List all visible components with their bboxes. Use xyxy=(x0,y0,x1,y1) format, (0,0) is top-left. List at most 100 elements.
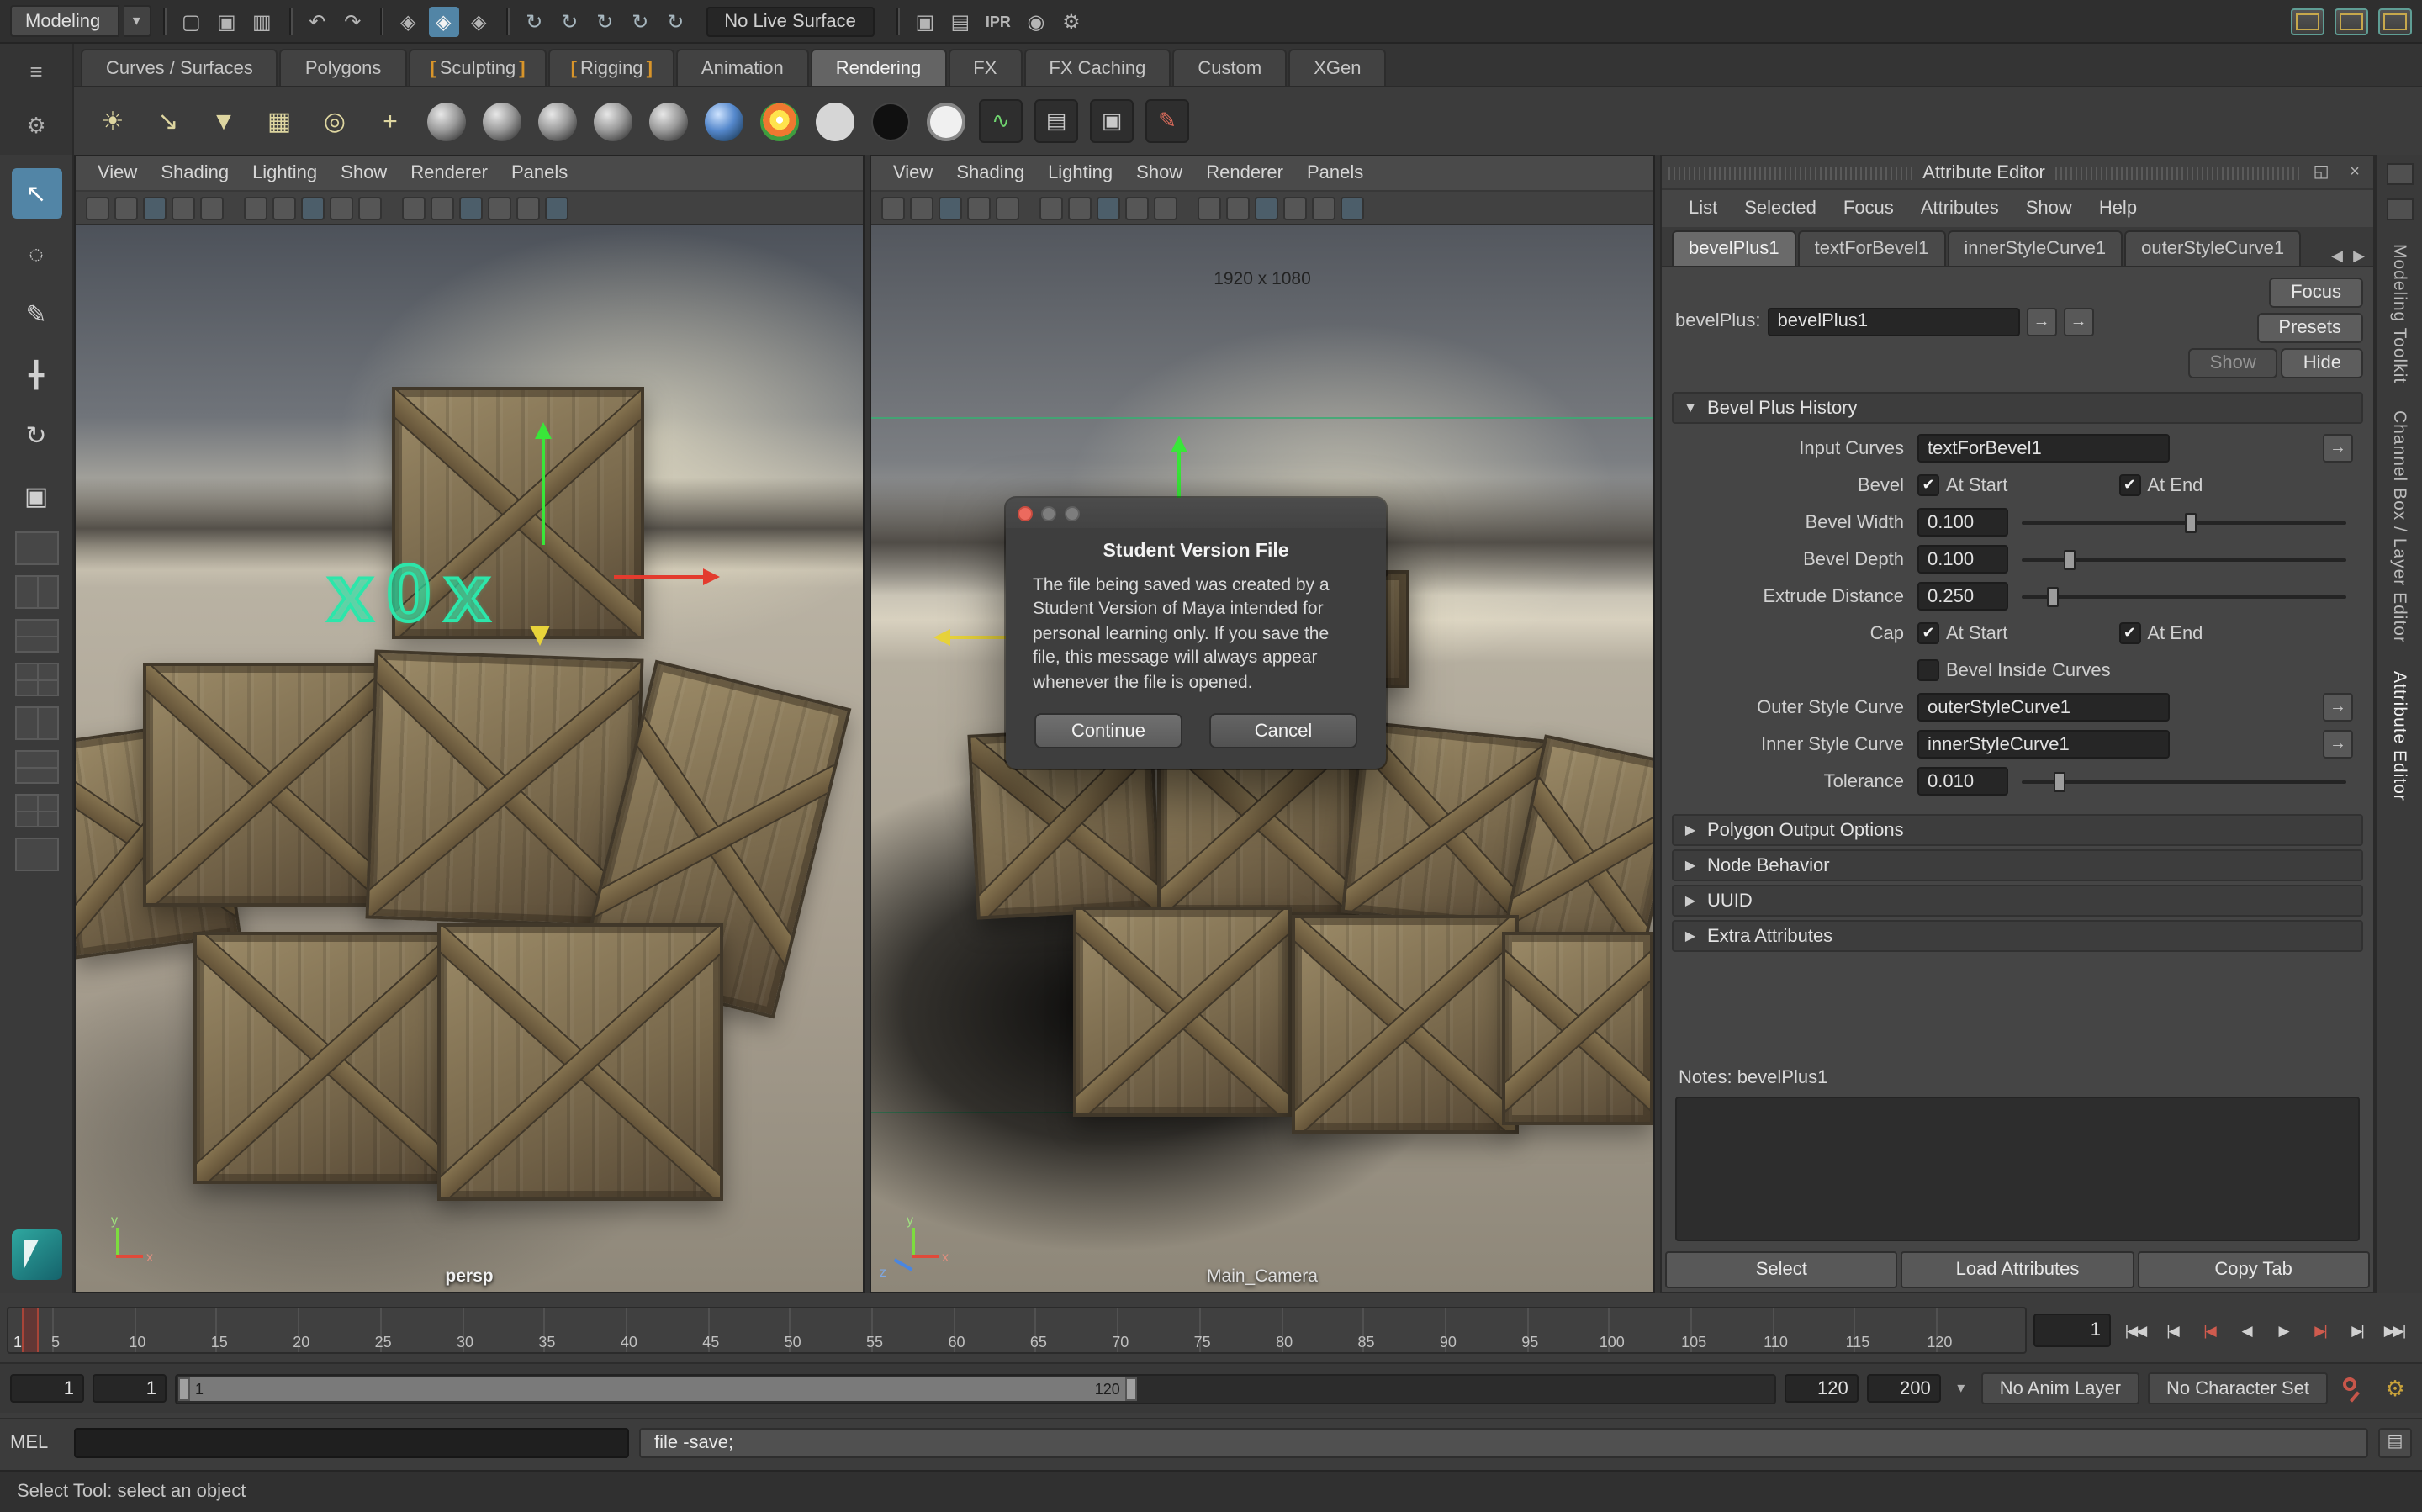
viewport-menu-item[interactable]: Renderer xyxy=(1194,163,1295,183)
viewport-toolbar-icon[interactable] xyxy=(143,196,167,219)
animation-end-field[interactable]: 200 xyxy=(1867,1374,1941,1403)
directional-light-icon[interactable]: ↘ xyxy=(146,99,190,143)
layout-shortcut-two-vertical[interactable] xyxy=(14,575,58,609)
time-slider[interactable]: 5 10 15 20 25 30 35 40 45 50 xyxy=(7,1307,2027,1354)
viewport-toolbar-icon[interactable] xyxy=(114,196,138,219)
ae-node-tab[interactable]: innerStyleCurve1 xyxy=(1947,230,2123,266)
shelf-tab[interactable]: FX Caching xyxy=(1023,49,1171,86)
script-editor-icon[interactable]: ▤ xyxy=(2378,1427,2412,1457)
layered-shader-icon[interactable] xyxy=(701,99,745,143)
hide-button[interactable]: Hide xyxy=(2282,348,2363,378)
move-tool-icon[interactable]: ╋ xyxy=(11,350,61,400)
soft-select-icon[interactable]: ↻ xyxy=(554,6,584,36)
command-line-input[interactable] xyxy=(74,1427,629,1457)
transport-button[interactable]: ▶| xyxy=(2340,1314,2375,1347)
shelf-tab[interactable]: XGen xyxy=(1288,49,1386,86)
paint-select-tool-icon[interactable]: ✎ xyxy=(11,289,61,340)
move-manipulator-center-handle[interactable] xyxy=(530,626,550,656)
viewport-toolbar-icon[interactable] xyxy=(459,196,483,219)
ramp-shader-icon[interactable] xyxy=(757,99,801,143)
snap-point-icon[interactable]: ◈ xyxy=(463,6,494,36)
viewport-toolbar-icon[interactable] xyxy=(244,196,267,219)
standard-surface-icon[interactable] xyxy=(424,99,468,143)
viewport-toolbar-icon[interactable] xyxy=(967,196,991,219)
collapsed-section-header[interactable]: ▶ Extra Attributes xyxy=(1672,920,2363,952)
bevel-depth-slider[interactable] xyxy=(2022,547,2346,571)
beveled-text-selection[interactable]: x0x xyxy=(328,548,503,641)
viewport-toolbar-icon[interactable] xyxy=(272,196,296,219)
transport-button[interactable]: ▶ xyxy=(2266,1314,2301,1347)
ae-node-tab[interactable]: bevelPlus1 xyxy=(1672,230,1796,266)
transport-button[interactable]: |◀ xyxy=(2155,1314,2190,1347)
viewport-toolbar-icon[interactable] xyxy=(431,196,454,219)
auto-keyframe-icon[interactable] xyxy=(2336,1372,2370,1405)
menuset-arrow-button[interactable]: ▾ xyxy=(124,5,151,37)
shelf-tab[interactable]: FX xyxy=(948,49,1022,86)
shelf-tab[interactable]: [ Sculpting ] xyxy=(408,49,547,86)
ambient-light-icon[interactable]: + xyxy=(368,99,412,143)
viewport-toolbar-icon[interactable] xyxy=(1341,196,1364,219)
bevel-width-field[interactable]: 0.100 xyxy=(1917,508,2008,537)
notes-area[interactable] xyxy=(1675,1097,2360,1241)
shelf-tab[interactable]: Custom xyxy=(1172,49,1287,86)
ae-menu-item[interactable]: Help xyxy=(2086,198,2150,219)
viewport-toolbar-icon[interactable] xyxy=(172,196,195,219)
spot-light-icon[interactable]: ▼ xyxy=(202,99,246,143)
viewport-toolbar-icon[interactable] xyxy=(86,196,109,219)
render-settings-icon[interactable]: ⚙ xyxy=(1056,6,1087,36)
ae-node-tab[interactable]: textForBevel1 xyxy=(1798,230,1946,266)
layout-shortcut-single[interactable] xyxy=(14,531,58,565)
drag-grip[interactable] xyxy=(2055,166,2299,179)
ae-node-tab[interactable]: outerStyleCurve1 xyxy=(2124,230,2301,266)
crate-object[interactable] xyxy=(1502,932,1653,1125)
tab-scroll-left-icon[interactable]: ◀ xyxy=(2326,247,2348,266)
connection-icon[interactable]: → xyxy=(2027,307,2057,336)
tolerance-field[interactable]: 0.010 xyxy=(1917,767,2008,796)
symmetry-toggle-icon[interactable]: ↻ xyxy=(519,6,549,36)
cancel-button[interactable]: Cancel xyxy=(1209,714,1357,749)
close-window-icon[interactable] xyxy=(1018,505,1033,521)
viewport-toolbar-icon[interactable] xyxy=(1039,196,1063,219)
lambert-shader-icon[interactable] xyxy=(590,99,634,143)
viewport-menu-item[interactable]: View xyxy=(881,163,944,183)
layout-preset-3-button[interactable] xyxy=(2378,8,2412,34)
cap-at-start-checkbox[interactable]: ✔ xyxy=(1917,622,1939,644)
construction-history-icon[interactable]: ↻ xyxy=(660,6,690,36)
make-live-icon[interactable]: ↻ xyxy=(625,6,655,36)
zoom-window-icon[interactable] xyxy=(1065,505,1080,521)
point-light-icon[interactable]: ☀ xyxy=(91,99,135,143)
crate-object[interactable] xyxy=(143,663,395,907)
extrude-distance-field[interactable]: 0.250 xyxy=(1917,582,2008,611)
viewport-toolbar-icon[interactable] xyxy=(1125,196,1149,219)
close-icon[interactable]: × xyxy=(2343,163,2366,182)
shelf-tab[interactable]: [ Rigging ] xyxy=(549,49,674,86)
render-view-icon[interactable]: ▣ xyxy=(1090,99,1134,143)
viewport-menu-item[interactable]: Shading xyxy=(149,163,241,183)
surface-shader-icon[interactable] xyxy=(812,99,856,143)
outer-style-curve-field[interactable]: outerStyleCurve1 xyxy=(1917,693,2170,722)
viewport-menu-item[interactable]: Renderer xyxy=(399,163,500,183)
connection-icon[interactable]: → xyxy=(2323,730,2353,759)
slider-thumb[interactable] xyxy=(2054,771,2066,791)
input-curves-field[interactable]: textForBevel1 xyxy=(1917,434,2170,463)
layout-shortcut-two-horizontal[interactable] xyxy=(14,619,58,653)
viewport-toolbar-icon[interactable] xyxy=(1068,196,1092,219)
collapsed-section-header[interactable]: ▶ Polygon Output Options xyxy=(1672,814,2363,846)
ae-menu-item[interactable]: Show xyxy=(2012,198,2086,219)
transport-button[interactable]: ◀ xyxy=(2229,1314,2264,1347)
layout-preset-1-button[interactable] xyxy=(2291,8,2324,34)
viewport-menu-item[interactable]: Panels xyxy=(1295,163,1375,183)
phong-shader-icon[interactable] xyxy=(646,99,690,143)
viewport-toolbar-icon[interactable] xyxy=(910,196,933,219)
node-name-field[interactable]: bevelPlus1 xyxy=(1768,307,2020,336)
range-slider[interactable]: 1 120 xyxy=(175,1373,1776,1404)
presets-button[interactable]: Presets xyxy=(2256,313,2363,343)
viewport-toolbar-icon[interactable] xyxy=(1154,196,1177,219)
crate-object[interactable] xyxy=(193,932,463,1184)
black-surface-icon[interactable] xyxy=(868,99,912,143)
animation-preferences-icon[interactable]: ⚙ xyxy=(2378,1372,2412,1405)
render-frame-icon[interactable]: ▣ xyxy=(910,6,940,36)
viewport-toolbar-icon[interactable] xyxy=(1198,196,1221,219)
collapsed-section-header[interactable]: ▶ Node Behavior xyxy=(1672,849,2363,881)
ae-scroll-area[interactable]: ▼ Bevel Plus History Input Curves textFo… xyxy=(1662,382,2373,1251)
